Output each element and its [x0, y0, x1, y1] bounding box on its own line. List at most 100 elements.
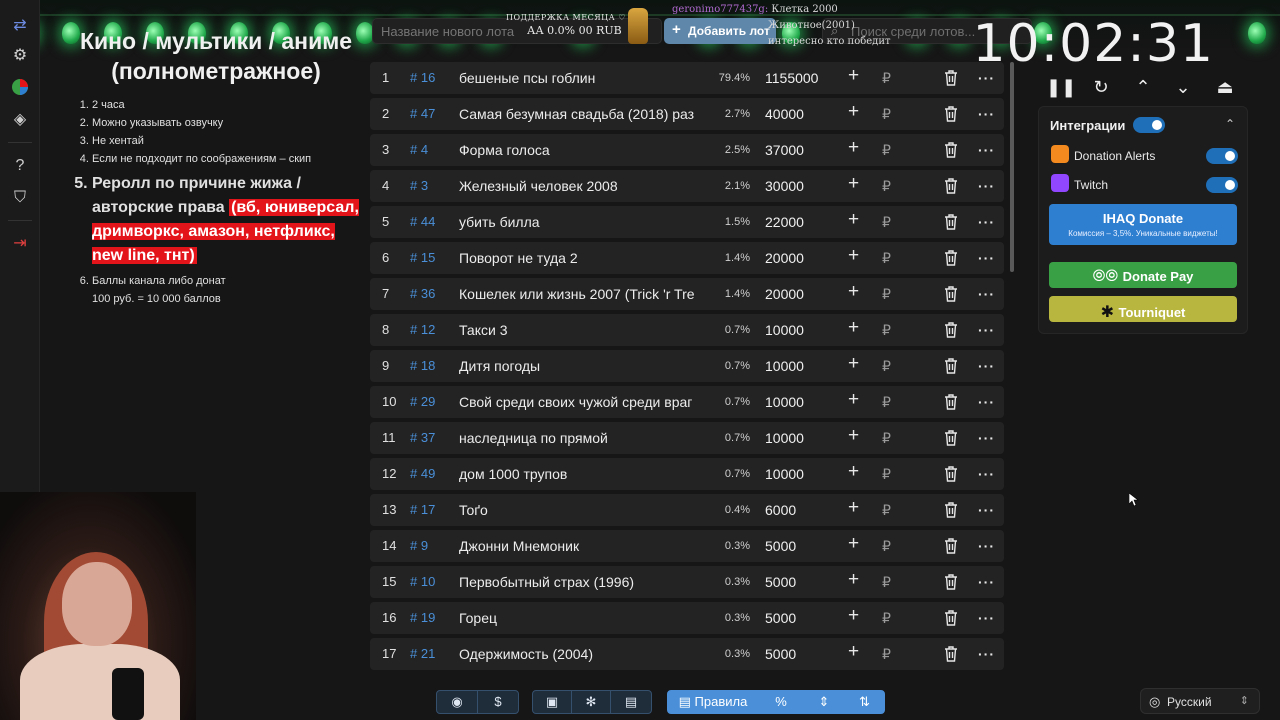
- ruble-icon[interactable]: ₽: [882, 430, 891, 447]
- lot-amount[interactable]: 1155000: [765, 70, 818, 86]
- ruble-icon[interactable]: ₽: [882, 394, 891, 411]
- add-amount-icon[interactable]: +: [848, 281, 859, 303]
- trash-icon[interactable]: [944, 106, 960, 122]
- more-icon[interactable]: ···: [978, 502, 995, 518]
- trash-icon[interactable]: [944, 286, 960, 302]
- trash-icon[interactable]: [944, 70, 960, 86]
- more-icon[interactable]: ···: [978, 178, 995, 194]
- layers-icon[interactable]: ◈: [10, 110, 30, 130]
- lot-row[interactable]: 10 # 29 Свой среди своих чужой среди враг 0…: [370, 386, 1004, 418]
- lot-row[interactable]: 4 # 3 Железный человек 2008 2.1% 30000 + ₽ ···: [370, 170, 1004, 202]
- trash-icon[interactable]: [944, 142, 960, 158]
- rules-button[interactable]: ▤ Правила: [667, 690, 759, 714]
- trash-icon[interactable]: [944, 466, 960, 482]
- translate-icon[interactable]: ⇄: [10, 16, 30, 36]
- split-icon[interactable]: ⇕: [803, 690, 845, 714]
- save-icon[interactable]: ▣: [532, 690, 572, 714]
- table-scrollbar[interactable]: [1010, 62, 1014, 272]
- lot-name[interactable]: Поворот не туда 2: [459, 250, 702, 266]
- ruble-icon[interactable]: ₽: [882, 466, 891, 483]
- lot-amount[interactable]: 5000: [765, 538, 796, 554]
- lot-row[interactable]: 15 # 10 Первобытный страх (1996) 0.3% 5000 + ₽…: [370, 566, 1004, 598]
- trash-icon[interactable]: [944, 250, 960, 266]
- lot-row[interactable]: 9 # 18 Дитя погоды 0.7% 10000 + ₽ ···: [370, 350, 1004, 382]
- lot-amount[interactable]: 40000: [765, 106, 804, 122]
- lot-name[interactable]: убить билла: [459, 214, 702, 230]
- ruble-icon[interactable]: ₽: [882, 322, 891, 339]
- more-icon[interactable]: ···: [978, 106, 995, 122]
- lot-name[interactable]: Горец: [459, 610, 702, 626]
- lot-name[interactable]: Форма голоса: [459, 142, 702, 158]
- lot-row[interactable]: 11 # 37 наследница по прямой 0.7% 10000 + ₽ ···: [370, 422, 1004, 454]
- more-icon[interactable]: ···: [978, 358, 995, 374]
- add-amount-icon[interactable]: +: [848, 209, 859, 231]
- lot-name[interactable]: Дитя погоды: [459, 358, 702, 374]
- more-icon[interactable]: ···: [978, 394, 995, 410]
- shield-icon[interactable]: ⛉: [10, 188, 30, 208]
- lot-row[interactable]: 2 # 47 Самая безумная свадьба (2018) раз 2.…: [370, 98, 1004, 130]
- ruble-icon[interactable]: ₽: [882, 502, 891, 519]
- lot-amount[interactable]: 6000: [765, 502, 796, 518]
- add-amount-icon[interactable]: +: [848, 173, 859, 195]
- pie-chart-icon[interactable]: [10, 78, 30, 98]
- lot-row[interactable]: 8 # 12 Такси 3 0.7% 10000 + ₽ ···: [370, 314, 1004, 346]
- lot-name[interactable]: наследница по прямой: [459, 430, 702, 446]
- add-amount-icon[interactable]: +: [848, 317, 859, 339]
- add-amount-icon[interactable]: +: [848, 101, 859, 123]
- clear-icon[interactable]: ▤: [610, 690, 652, 714]
- more-icon[interactable]: ···: [978, 610, 995, 626]
- more-icon[interactable]: ···: [978, 214, 995, 230]
- lot-name[interactable]: бешеные псы гоблин: [459, 70, 702, 86]
- lot-amount[interactable]: 5000: [765, 610, 796, 626]
- trash-icon[interactable]: [944, 502, 960, 518]
- trash-icon[interactable]: [944, 214, 960, 230]
- more-icon[interactable]: ···: [978, 142, 995, 158]
- lot-amount[interactable]: 20000: [765, 250, 804, 266]
- lot-row[interactable]: 5 # 44 убить билла 1.5% 22000 + ₽ ···: [370, 206, 1004, 238]
- integrations-toggle[interactable]: [1133, 117, 1165, 133]
- trash-icon[interactable]: [944, 646, 960, 662]
- ruble-icon[interactable]: ₽: [882, 574, 891, 591]
- dollar-icon[interactable]: $: [477, 690, 519, 714]
- add-amount-icon[interactable]: +: [848, 245, 859, 267]
- lot-name[interactable]: Джонни Мнемоник: [459, 538, 702, 554]
- twitch-toggle[interactable]: [1206, 177, 1238, 193]
- ruble-icon[interactable]: ₽: [882, 286, 891, 303]
- trash-icon[interactable]: [944, 322, 960, 338]
- more-icon[interactable]: ···: [978, 322, 995, 338]
- trash-icon[interactable]: [944, 538, 960, 554]
- trash-icon[interactable]: [944, 610, 960, 626]
- add-amount-icon[interactable]: +: [848, 137, 859, 159]
- lot-amount[interactable]: 20000: [765, 286, 804, 302]
- more-icon[interactable]: ···: [978, 250, 995, 266]
- lot-row[interactable]: 1 # 16 бешеные псы гоблин 79.4% 1155000 + ₽ ···: [370, 62, 1004, 94]
- lot-name[interactable]: Такси 3: [459, 322, 702, 338]
- lot-name[interactable]: Железный человек 2008: [459, 178, 702, 194]
- add-amount-icon[interactable]: +: [848, 425, 859, 447]
- lot-name[interactable]: Самая безумная свадьба (2018) раз: [459, 106, 702, 122]
- pause-icon[interactable]: ❚❚: [1046, 74, 1076, 100]
- trash-icon[interactable]: [944, 358, 960, 374]
- trash-icon[interactable]: [944, 178, 960, 194]
- ruble-icon[interactable]: ₽: [882, 646, 891, 663]
- more-icon[interactable]: ···: [978, 286, 995, 302]
- lot-amount[interactable]: 22000: [765, 214, 804, 230]
- lot-name[interactable]: Первобытный страх (1996): [459, 574, 702, 590]
- add-amount-icon[interactable]: +: [848, 389, 859, 411]
- ruble-icon[interactable]: ₽: [882, 70, 891, 87]
- add-amount-icon[interactable]: +: [848, 461, 859, 483]
- lot-amount[interactable]: 10000: [765, 322, 804, 338]
- lot-amount[interactable]: 5000: [765, 646, 796, 662]
- gear-icon[interactable]: ⚙: [10, 46, 30, 66]
- lot-row[interactable]: 7 # 36 Кошелек или жизнь 2007 (Trick 'r Tr…: [370, 278, 1004, 310]
- lot-name[interactable]: Одержимость (2004): [459, 646, 702, 662]
- help-icon[interactable]: ?: [10, 156, 30, 176]
- lot-row[interactable]: 14 # 9 Джонни Мнемоник 0.3% 5000 + ₽ ···: [370, 530, 1004, 562]
- lot-amount[interactable]: 10000: [765, 466, 804, 482]
- lot-name[interactable]: Тоґо: [459, 502, 702, 518]
- percent-button[interactable]: %: [758, 690, 804, 714]
- lot-name[interactable]: дом 1000 трупов: [459, 466, 702, 482]
- ruble-icon[interactable]: ₽: [882, 214, 891, 231]
- tourniquet-button[interactable]: ✱ Tourniquet: [1049, 296, 1237, 322]
- lot-row[interactable]: 6 # 15 Поворот не туда 2 1.4% 20000 + ₽ ···: [370, 242, 1004, 274]
